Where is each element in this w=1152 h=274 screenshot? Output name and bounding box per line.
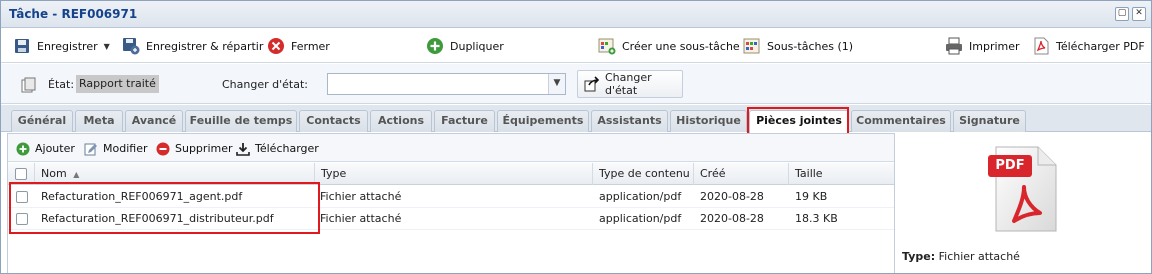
delete-button[interactable]: Supprimer [156, 141, 233, 156]
download-icon [236, 142, 250, 156]
change-state-select[interactable]: ▼ [327, 73, 566, 95]
tab-facture[interactable]: Facture [434, 110, 495, 132]
tab-commentaires[interactable]: Commentaires [851, 110, 951, 132]
preview-type: Type: Fichier attaché [902, 250, 1020, 263]
download-pdf-button[interactable]: Télécharger PDF [1032, 37, 1145, 55]
preview-panel: PDF Type: Fichier attaché [896, 133, 1151, 273]
attachments-toolbar: Ajouter Modifier Supprimer Télécharger [8, 134, 894, 162]
download-pdf-label: Télécharger PDF [1056, 39, 1145, 53]
duplicate-icon [426, 37, 444, 55]
task-window: Tâche - REF006971 ▢ ✕ Enregistrer ▼ Enre… [0, 0, 1152, 274]
state-value: Rapport traité [76, 75, 159, 93]
create-subtask-button[interactable]: Créer une sous-tâche [598, 37, 740, 55]
state-label: État: [48, 78, 75, 91]
column-header-size[interactable]: Taille [789, 163, 894, 185]
preview-type-value: Fichier attaché [938, 250, 1020, 263]
column-header-created[interactable]: Créé [694, 163, 789, 185]
tab-historique[interactable]: Historique [670, 110, 747, 132]
sort-ascending-icon: ▲ [73, 170, 80, 179]
print-icon [945, 37, 963, 55]
close-button[interactable]: Fermer [267, 37, 330, 55]
add-icon [16, 142, 30, 156]
tab-avance[interactable]: Avancé [125, 110, 183, 132]
title-bar: Tâche - REF006971 ▢ ✕ [1, 1, 1151, 28]
edit-icon [84, 142, 98, 156]
tab-signature[interactable]: Signature [953, 110, 1026, 132]
chevron-down-icon[interactable]: ▼ [548, 74, 565, 94]
close-label: Fermer [291, 39, 330, 53]
subtasks-icon [743, 37, 761, 55]
close-window-button[interactable]: ✕ [1132, 7, 1146, 21]
cell-content-type: application/pdf [599, 190, 682, 203]
close-icon [267, 37, 285, 55]
download-button[interactable]: Télécharger [236, 141, 319, 156]
save-dispatch-button[interactable]: Enregistrer & répartir [122, 37, 263, 55]
rows-highlight [9, 182, 320, 234]
column-header-content-type[interactable]: Type de contenu [593, 163, 694, 185]
save-label: Enregistrer [37, 39, 98, 53]
subtasks-label: Sous-tâches (1) [767, 39, 854, 53]
preview-type-label: Type: [902, 250, 936, 263]
duplicate-label: Dupliquer [450, 39, 504, 53]
save-icon [13, 37, 31, 55]
subtasks-button[interactable]: Sous-tâches (1) [743, 37, 853, 55]
cell-content-type: application/pdf [599, 212, 682, 225]
pdf-download-icon [1032, 37, 1050, 55]
add-button[interactable]: Ajouter [16, 141, 75, 156]
tab-assistants[interactable]: Assistants [591, 110, 668, 132]
pdf-file-icon: PDF [984, 141, 1066, 235]
tab-feuille-de-temps[interactable]: Feuille de temps [185, 110, 297, 132]
duplicate-button[interactable]: Dupliquer [426, 37, 504, 55]
cell-size: 18.3 KB [795, 212, 838, 225]
print-button[interactable]: Imprimer [945, 37, 1020, 55]
delete-label: Supprimer [175, 142, 233, 155]
column-header-type[interactable]: Type [315, 163, 593, 185]
download-label: Télécharger [255, 142, 319, 155]
cell-created: 2020-08-28 [700, 212, 764, 225]
window-title: Tâche - REF006971 [9, 7, 138, 21]
chevron-down-icon[interactable]: ▼ [104, 42, 110, 51]
change-state-icon [584, 76, 600, 92]
tab-contacts[interactable]: Contacts [299, 110, 368, 132]
change-state-button[interactable]: Changer d'état [577, 70, 683, 98]
save-button[interactable]: Enregistrer ▼ [13, 37, 110, 55]
add-label: Ajouter [35, 142, 75, 155]
maximize-button[interactable]: ▢ [1115, 7, 1129, 21]
edit-label: Modifier [103, 142, 148, 155]
tab-actions[interactable]: Actions [370, 110, 432, 132]
select-all-checkbox[interactable] [15, 168, 27, 180]
delete-icon [156, 142, 170, 156]
create-subtask-label: Créer une sous-tâche [622, 39, 740, 53]
cell-size: 19 KB [795, 190, 828, 203]
pdf-icon-label: PDF [995, 158, 1025, 173]
change-state-button-label: Changer d'état [605, 71, 652, 97]
tab-general[interactable]: Général [11, 110, 73, 132]
cell-type: Fichier attaché [320, 212, 402, 225]
save-dispatch-label: Enregistrer & répartir [146, 39, 264, 53]
save-dispatch-icon [122, 37, 140, 55]
state-row: État: Rapport traité Changer d'état: ▼ C… [1, 64, 1151, 104]
tab-strip: Général Meta Avancé Feuille de temps Con… [1, 105, 1151, 133]
change-state-label: Changer d'état: [222, 78, 308, 91]
main-toolbar: Enregistrer ▼ Enregistrer & répartir Fer… [1, 29, 1151, 63]
edit-button[interactable]: Modifier [84, 141, 147, 156]
cell-type: Fichier attaché [320, 190, 402, 203]
create-subtask-icon [598, 37, 616, 55]
tab-meta[interactable]: Meta [75, 110, 123, 132]
tab-equipements[interactable]: Équipements [497, 110, 589, 132]
print-label: Imprimer [969, 39, 1020, 53]
state-icon [21, 77, 37, 93]
cell-created: 2020-08-28 [700, 190, 764, 203]
